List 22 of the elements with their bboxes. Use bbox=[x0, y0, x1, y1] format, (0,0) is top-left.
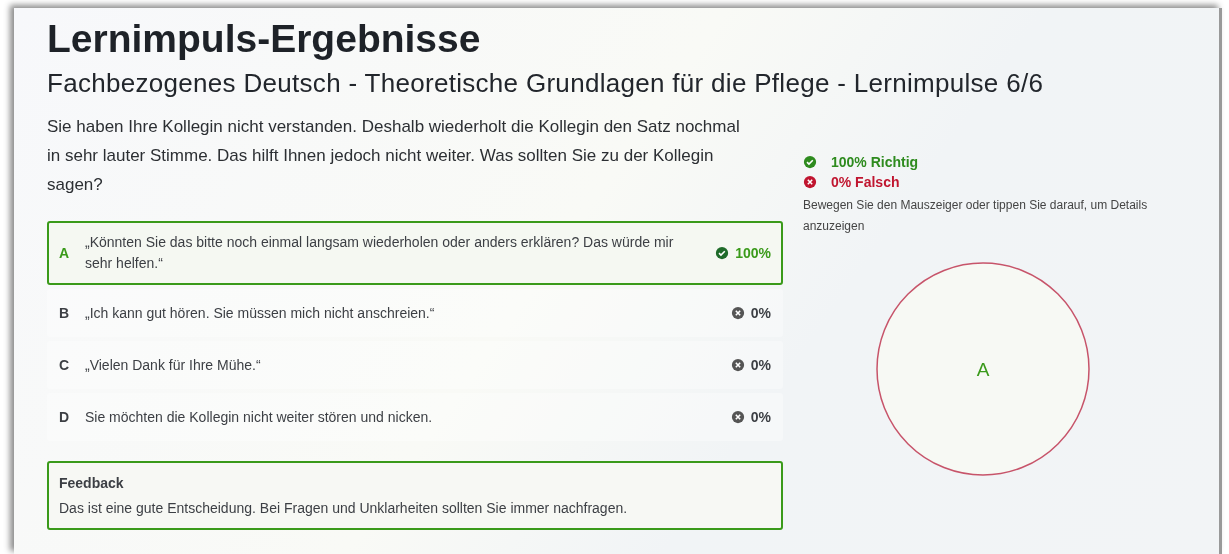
option-percent: 0% bbox=[750, 357, 771, 373]
option-text: „Könnten Sie das bitte noch einmal langsam wiederholen oder anders erklären? Das würde mir sehr helfen.“ bbox=[85, 233, 675, 273]
slice-label: A bbox=[976, 359, 990, 380]
option-text: „Vielen Dank für Ihre Mühe.“ bbox=[85, 355, 262, 375]
option-letter: B bbox=[59, 305, 71, 321]
option-letter: C bbox=[59, 357, 71, 373]
feedback-text: Das ist eine gute Entscheidung. Bei Fragen und Unklarheiten sollten Sie immer nachfragen. bbox=[59, 500, 629, 516]
option-percent: 0% bbox=[750, 305, 771, 321]
option-text: Sie möchten die Kollegin nicht weiter stören und nicken. bbox=[85, 407, 434, 427]
page-title: Lernimpuls-Ergebnisse bbox=[47, 16, 482, 62]
option-letter: D bbox=[59, 409, 71, 425]
question-text: Sie haben Ihre Kollegin nicht verstanden. Deshalb wiederholt die Kollegin den Satz nochmal in sehr lauter Stimme. Das hilft Ihnen jedoch nicht weiter. Was sollten Sie zu der Kollegin sagen? bbox=[47, 116, 741, 196]
legend-label: 0% Falsch bbox=[831, 174, 900, 190]
page-subtitle: Fachbezogenes Deutsch - Theoretische Grundlagen für die Pflege - Lernimpulse 6/6 bbox=[47, 67, 1045, 100]
option-letter: A bbox=[59, 245, 71, 261]
pie-slice[interactable] bbox=[876, 262, 1090, 476]
option-percent: 0% bbox=[750, 409, 771, 425]
legend-label: 100% Richtig bbox=[831, 154, 919, 170]
option-percent: 100% bbox=[735, 245, 771, 261]
hint-text: Bewegen Sie den Mauszeiger oder tippen Sie darauf, um Details anzuzeigen bbox=[803, 197, 1149, 235]
feedback-title: Feedback bbox=[59, 475, 125, 491]
option-text: „Ich kann gut hören. Sie müssen mich nicht anschreien.“ bbox=[85, 303, 436, 323]
